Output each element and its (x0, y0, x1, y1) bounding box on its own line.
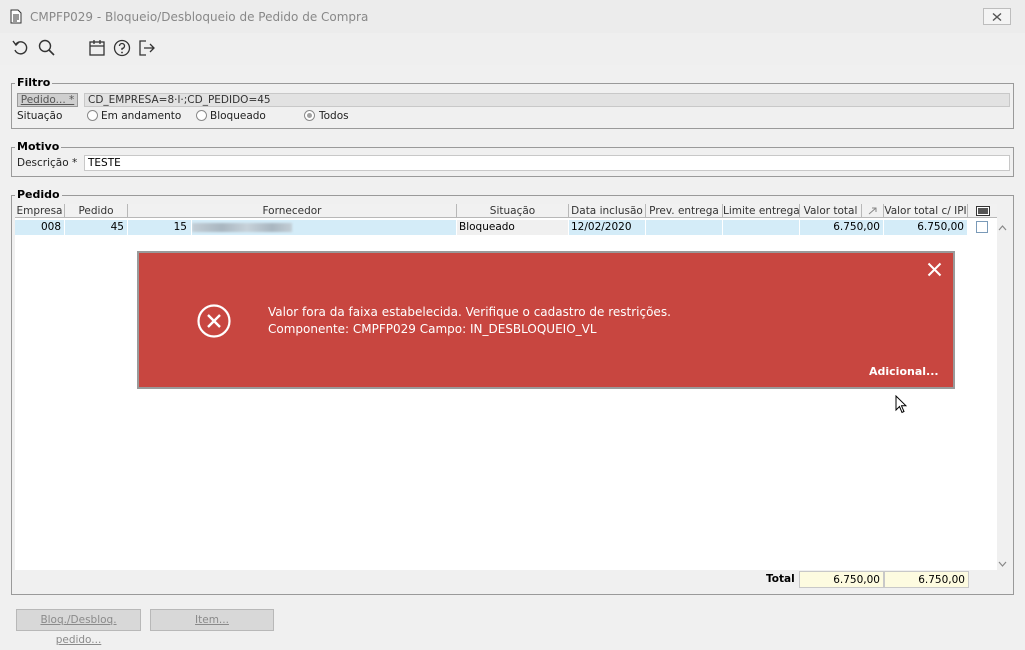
toast-close-icon[interactable] (927, 262, 942, 277)
calendar-icon[interactable] (87, 38, 107, 58)
scroll-down-icon[interactable] (998, 560, 1007, 568)
item-button[interactable]: Item... (150, 609, 274, 631)
toast-message: Valor fora da faixa estabelecida. Verifi… (268, 304, 671, 338)
row-checkbox[interactable] (976, 221, 988, 233)
close-icon (992, 12, 1002, 21)
radio-todos[interactable] (304, 110, 315, 121)
search-icon[interactable] (37, 38, 57, 58)
scroll-up-icon[interactable] (998, 224, 1007, 232)
radio-todos-label: Todos (319, 110, 349, 122)
table-row[interactable]: 008 45 15 Bloqueado 12/02/2020 6.750,00 … (15, 220, 997, 235)
cell-fornecedor-cod: 15 (128, 220, 192, 235)
toast-message-line2: Componente: CMPFP029 Campo: IN_DESBLOQUE… (268, 322, 597, 336)
cell-data-inclusao: 12/02/2020 (569, 220, 646, 235)
window-title: CMPFP029 - Bloqueio/Desbloqueio de Pedid… (30, 10, 369, 24)
cell-fornecedor-nome (192, 220, 457, 235)
pedido-legend: Pedido (15, 188, 62, 201)
radio-bloqueado-label: Bloqueado (210, 110, 266, 122)
situacao-label: Situação (17, 110, 63, 122)
help-icon[interactable] (112, 38, 132, 58)
mouse-cursor-icon (895, 395, 907, 414)
close-window-button[interactable] (983, 8, 1011, 25)
pedido-lookup-button[interactable]: Pedido... * (17, 93, 78, 107)
error-icon (197, 304, 231, 338)
cell-empresa: 008 (15, 220, 65, 235)
cell-prev-entrega (646, 220, 723, 235)
col-valor-total[interactable]: Valor total (800, 204, 862, 218)
total-label: Total (766, 573, 795, 585)
radio-em-andamento-label: Em andamento (101, 110, 182, 122)
toast-additional-link[interactable]: Adicional... (869, 365, 939, 378)
col-data-inclusao[interactable]: Data inclusão (569, 204, 646, 218)
col-valor-total-ipi[interactable]: Valor total c/ IPI (884, 204, 968, 218)
cell-limite-entrega (723, 220, 800, 235)
cell-valor-total: 6.750,00 (800, 220, 884, 235)
total-valor-field: 6.750,00 (799, 571, 884, 588)
col-prev-entrega[interactable]: Prev. entrega (646, 204, 723, 218)
document-icon (10, 9, 22, 24)
descricao-input[interactable]: TESTE (84, 155, 1010, 171)
total-valor-ipi-field: 6.750,00 (884, 571, 969, 588)
col-fornecedor[interactable]: Fornecedor (128, 204, 457, 218)
col-sort-toggle[interactable] (862, 204, 884, 218)
radio-bloqueado[interactable] (196, 110, 207, 121)
blurred-supplier-name (192, 223, 292, 232)
col-situacao[interactable]: Situação (457, 204, 569, 218)
descricao-label: Descrição * (17, 157, 78, 169)
sort-icon (868, 207, 876, 215)
radio-em-andamento[interactable] (87, 110, 98, 121)
select-all-icon (975, 206, 990, 216)
col-empresa[interactable]: Empresa (15, 204, 65, 218)
cell-valor-total-ipi: 6.750,00 (884, 220, 968, 235)
cell-situacao: Bloqueado (457, 220, 569, 235)
toolbar (0, 33, 1025, 65)
title-bar: CMPFP029 - Bloqueio/Desbloqueio de Pedid… (0, 0, 1025, 33)
col-limite-entrega[interactable]: Limite entrega (723, 204, 800, 218)
bloq-desbloq-button[interactable]: Bloq./Desbloq. pedido... (16, 609, 141, 646)
pedido-filter-field[interactable]: CD_EMPRESA=8·l·;CD_PEDIDO=45 (84, 93, 1010, 107)
col-select-all[interactable] (968, 204, 997, 218)
cell-pedido: 45 (65, 220, 128, 235)
grid-header: Empresa Pedido Fornecedor Situação Data … (15, 204, 997, 218)
motivo-legend: Motivo (15, 140, 62, 153)
filtro-legend: Filtro (15, 76, 53, 89)
undo-icon[interactable] (11, 38, 31, 58)
col-pedido[interactable]: Pedido (65, 204, 128, 218)
exit-icon[interactable] (137, 38, 157, 58)
toast-message-line1: Valor fora da faixa estabelecida. Verifi… (268, 305, 671, 319)
